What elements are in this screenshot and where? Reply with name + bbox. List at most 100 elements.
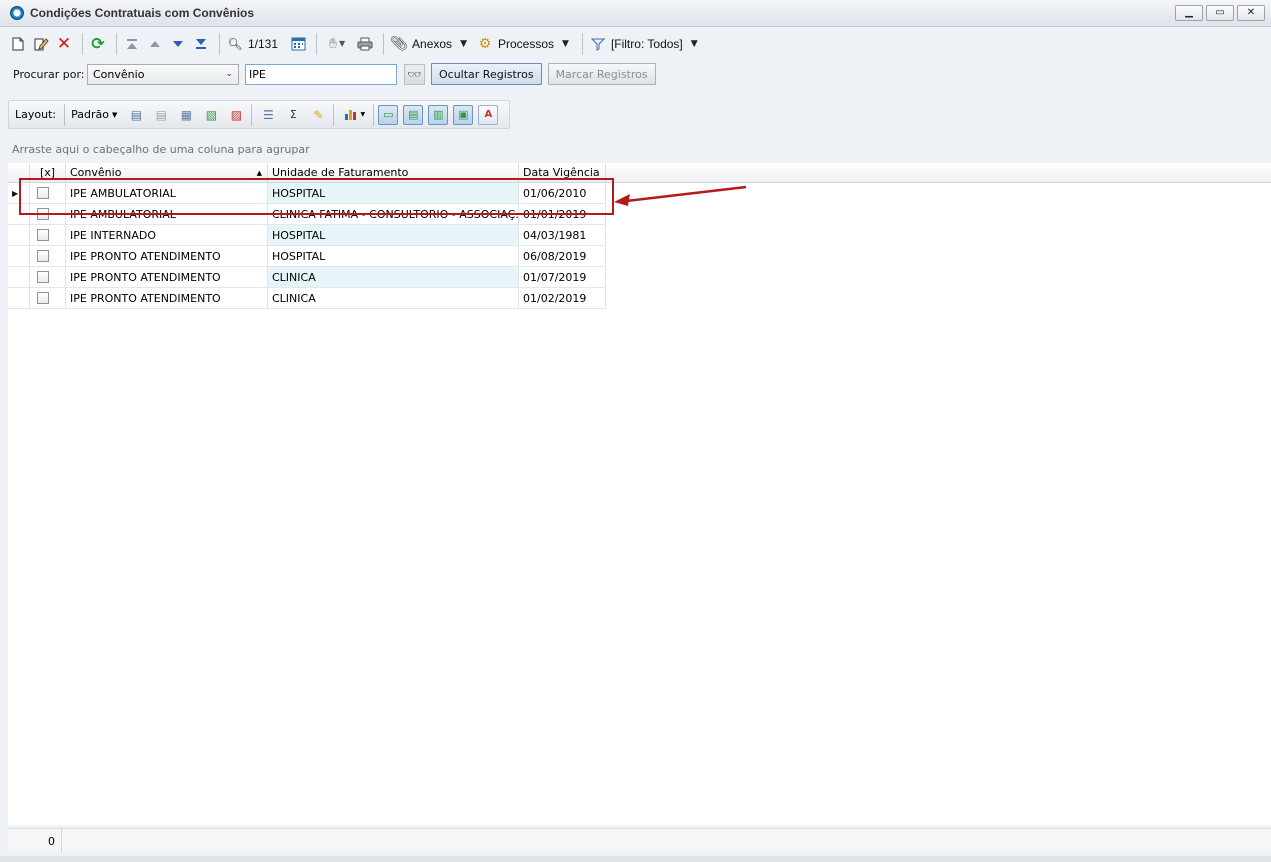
delete-record-button[interactable]: ✕: [54, 34, 74, 54]
main-toolbar: ✕ ⟳ 🔍︎ 1/131 ✋︎ ▼ 📎︎ Anexos ▼ ⚙ Processos…: [0, 28, 1271, 60]
print-button[interactable]: [355, 34, 375, 54]
filter-funnel-icon: [588, 34, 608, 54]
row-checkbox[interactable]: [37, 271, 49, 283]
table-row[interactable]: IPE PRONTO ATENDIMENTO CLINICA 01/07/2019: [8, 267, 606, 288]
cell-data-vigencia[interactable]: 06/08/2019: [519, 246, 606, 266]
row-check-cell: [30, 267, 66, 287]
chevron-down-icon: ⌄: [225, 69, 233, 79]
chevron-down-icon: ▼: [338, 39, 346, 48]
cell-data-vigencia[interactable]: 04/03/1981: [519, 225, 606, 245]
export-red-icon: ▨: [230, 107, 243, 122]
export-layout-button[interactable]: ▨: [226, 105, 246, 125]
view-mode-4-button[interactable]: ▣: [453, 104, 474, 125]
hide-records-button[interactable]: Ocultar Registros: [431, 63, 542, 85]
cell-data-vigencia[interactable]: 01/07/2019: [519, 267, 606, 287]
tools-dropdown-button[interactable]: ✋︎ ▼: [322, 34, 352, 54]
edit-record-button[interactable]: [31, 34, 51, 54]
data-grid: [x] Convênio ▲ Unidade de Faturamento Da…: [8, 163, 1271, 825]
save-layout-icon: ▤: [130, 107, 143, 122]
totals-button[interactable]: Σ: [283, 105, 303, 125]
save-layout-button[interactable]: ▤: [126, 105, 146, 125]
view-mode-3-icon: ▥: [433, 108, 444, 121]
font-button[interactable]: A: [478, 104, 499, 125]
sigma-icon: Σ: [289, 108, 297, 121]
group-panel-button[interactable]: ☰: [258, 105, 278, 125]
columns-layout-button[interactable]: ▦: [176, 105, 196, 125]
table-row[interactable]: IPE PRONTO ATENDIMENTO HOSPITAL 06/08/2019: [8, 246, 606, 267]
minimize-button[interactable]: ▁: [1175, 5, 1203, 21]
next-record-button[interactable]: [168, 34, 188, 54]
row-checkbox[interactable]: [37, 292, 49, 304]
table-row[interactable]: IPE PRONTO ATENDIMENTO CLINICA 01/02/2019: [8, 288, 606, 309]
annotation-highlight-box: [19, 178, 614, 215]
search-input[interactable]: [245, 63, 397, 85]
row-checkbox[interactable]: [37, 250, 49, 262]
last-record-button[interactable]: [191, 34, 211, 54]
processos-menu[interactable]: Processos: [498, 37, 554, 51]
cell-convenio[interactable]: IPE PRONTO ATENDIMENTO: [66, 288, 268, 308]
edit-icon: [34, 38, 49, 51]
cell-convenio[interactable]: IPE PRONTO ATENDIMENTO: [66, 267, 268, 287]
attachment-icon: 📎︎: [390, 36, 408, 52]
toolbar-separator: [82, 33, 83, 55]
anexos-menu[interactable]: Anexos: [412, 37, 452, 51]
binoculars-icon: 🔍︎: [227, 37, 243, 51]
previous-record-button[interactable]: [145, 34, 165, 54]
toolbar-separator: [316, 33, 318, 55]
chevron-down-icon[interactable]: ▼: [691, 39, 698, 49]
highlight-icon: ✎: [313, 107, 324, 122]
tools-icon: ✋︎: [328, 36, 337, 52]
title-bar: Condições Contratuais com Convênios ▁ ▭ …: [0, 0, 1271, 27]
cell-convenio[interactable]: IPE PRONTO ATENDIMENTO: [66, 246, 268, 266]
highlight-button[interactable]: ✎: [308, 105, 328, 125]
cell-convenio[interactable]: IPE INTERNADO: [66, 225, 268, 245]
search-button[interactable]: 👓︎: [404, 63, 425, 85]
annotation-arrow-icon: [614, 185, 747, 206]
filter-menu[interactable]: [Filtro: Todos]: [611, 37, 683, 51]
row-check-cell: [30, 225, 66, 245]
maximize-button[interactable]: ▭: [1206, 5, 1234, 21]
chevron-down-icon[interactable]: ▼: [460, 39, 467, 49]
row-check-cell: [30, 288, 66, 308]
row-check-cell: [30, 246, 66, 266]
new-record-button[interactable]: [8, 34, 28, 54]
layout-preset-dropdown[interactable]: Padrão: [71, 108, 109, 121]
chevron-down-icon[interactable]: ▼: [562, 39, 569, 49]
table-row[interactable]: IPE INTERNADO HOSPITAL 04/03/1981: [8, 225, 606, 246]
search-bar: Procurar por: Convênio ⌄ 👓︎ Ocultar Regi…: [0, 61, 1271, 87]
cell-unidade[interactable]: HOSPITAL: [268, 225, 519, 245]
toolbar-separator: [581, 33, 583, 55]
maximize-icon: ▭: [1215, 7, 1225, 18]
search-field-select[interactable]: Convênio ⌄: [87, 63, 239, 85]
bar-chart-icon: [344, 110, 356, 120]
first-record-button[interactable]: [122, 34, 142, 54]
refresh-button[interactable]: ⟳: [88, 34, 108, 54]
view-mode-3-button[interactable]: ▥: [428, 104, 449, 125]
cell-unidade[interactable]: CLINICA: [268, 267, 519, 287]
import-layout-button[interactable]: ▧: [201, 105, 221, 125]
cell-unidade[interactable]: HOSPITAL: [268, 246, 519, 266]
new-document-icon: [12, 37, 24, 51]
toolbar-separator: [251, 103, 253, 126]
cell-unidade[interactable]: CLINICA: [268, 288, 519, 308]
current-row-indicator-icon: ▶: [12, 188, 19, 198]
mark-records-button[interactable]: Marcar Registros: [547, 63, 656, 85]
view-mode-2-button[interactable]: ▤: [403, 104, 424, 125]
search-field-value: Convênio: [93, 67, 145, 81]
delete-layout-button[interactable]: ▤: [151, 105, 171, 125]
view-mode-1-button[interactable]: ▭: [378, 104, 399, 125]
refresh-icon: ⟳: [91, 34, 105, 53]
close-icon: ✕: [1246, 7, 1256, 18]
chart-dropdown-button[interactable]: ▼: [340, 105, 368, 125]
close-window-button[interactable]: ✕: [1237, 5, 1265, 21]
row-checkbox[interactable]: [37, 229, 49, 241]
calendar-button[interactable]: [288, 34, 308, 54]
chevron-down-icon[interactable]: ▼: [112, 111, 117, 119]
import-green-icon: ▧: [205, 107, 218, 122]
find-button[interactable]: 🔍︎: [225, 34, 245, 54]
grid-footer: 0: [8, 828, 1271, 853]
group-by-panel[interactable]: Arraste aqui o cabeçalho de uma coluna p…: [8, 137, 1271, 161]
window-controls: ▁ ▭ ✕: [1175, 5, 1265, 21]
cell-data-vigencia[interactable]: 01/02/2019: [519, 288, 606, 308]
app-logo-icon: [10, 6, 24, 20]
